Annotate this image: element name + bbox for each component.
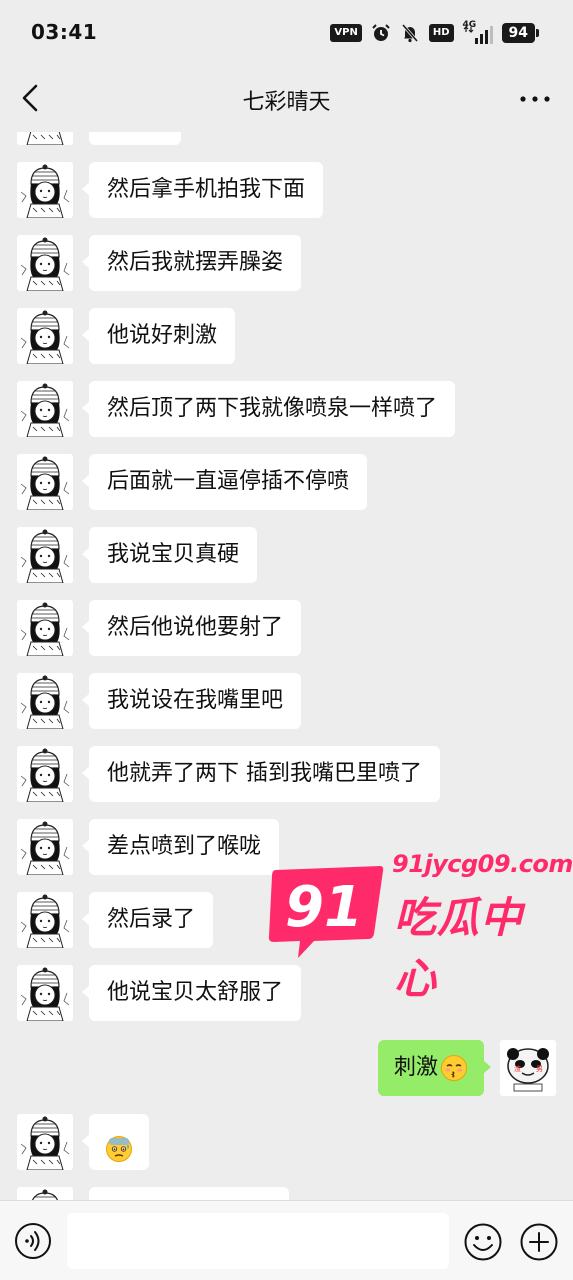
contact-avatar[interactable]	[17, 1187, 73, 1200]
message-bubble[interactable]: 然后我就摆弄臊姿	[81, 235, 302, 291]
message-row: 然后他说他要射了	[0, 599, 573, 657]
message-row: 然后录了	[0, 891, 573, 949]
message-bubble-outgoing[interactable]: 刺激	[377, 1040, 492, 1096]
message-row: 然后我就摆弄臊姿	[0, 234, 573, 292]
message-row: 然后顶了两下我就像喷泉一样喷了	[0, 380, 573, 438]
more-dots-icon[interactable]	[519, 88, 551, 110]
contact-avatar[interactable]	[17, 746, 73, 802]
contact-avatar[interactable]	[17, 600, 73, 656]
battery-icon: 94	[501, 23, 540, 43]
sweat-face-emoji	[106, 1136, 132, 1162]
message-bubble[interactable]: 然后顶了两下我就像喷泉一样喷了	[81, 381, 456, 437]
message-row: 他就弄了两下 插到我嘴巴里喷了	[0, 745, 573, 803]
message-bubble[interactable]: 他说宝贝太舒服了	[81, 965, 302, 1021]
message-row: 他说宝贝太舒服了	[0, 964, 573, 1022]
status-bar: 03:41 VPN HD 4G 94	[0, 0, 573, 66]
message-row	[0, 1113, 573, 1171]
message-row: 差点喷到了喉咙	[0, 818, 573, 876]
message-row: 他说好刺激	[0, 307, 573, 365]
contact-avatar[interactable]	[17, 235, 73, 291]
contact-avatar[interactable]	[17, 308, 73, 364]
contact-avatar[interactable]	[17, 673, 73, 729]
signal-icon: 4G	[463, 20, 493, 44]
contact-avatar[interactable]	[17, 454, 73, 510]
contact-avatar[interactable]	[17, 1114, 73, 1170]
vpn-icon: VPN	[330, 24, 362, 42]
contact-avatar[interactable]	[17, 381, 73, 437]
message-bubble[interactable]: 我说设在我嘴里吧	[81, 673, 302, 729]
message-row: 后面就一直逼停插不停喷	[0, 453, 573, 511]
message-bubble[interactable]: 然后他说他要射了	[81, 600, 302, 656]
message-row	[0, 132, 573, 146]
voice-icon[interactable]	[14, 1222, 52, 1260]
message-bubble[interactable]: 差点喷到了喉咙	[81, 819, 280, 875]
message-bubble[interactable]: 他就弄了两下 插到我嘴巴里喷了	[82, 746, 440, 802]
message-row: 我说宝贝真硬	[0, 526, 573, 584]
message-bubble[interactable]	[82, 1114, 149, 1170]
message-input[interactable]	[67, 1213, 449, 1269]
mute-bell-icon	[401, 24, 418, 43]
message-row: 然后拿手机拍我下面	[0, 161, 573, 219]
contact-avatar[interactable]	[17, 819, 73, 875]
message-bubble[interactable]: 然后录了	[81, 892, 214, 948]
hd-icon: HD	[428, 24, 454, 42]
plus-icon[interactable]	[519, 1222, 559, 1262]
message-row	[0, 1186, 573, 1200]
status-time: 03:41	[31, 20, 98, 44]
message-row-outgoing: 刺激 渣 男	[0, 1039, 573, 1097]
contact-avatar[interactable]	[17, 132, 73, 145]
contact-avatar[interactable]	[17, 892, 73, 948]
chat-title: 七彩晴天	[242, 90, 331, 115]
contact-avatar[interactable]	[17, 965, 73, 1021]
message-bubble[interactable]: 然后拿手机拍我下面	[81, 162, 324, 218]
message-row: 我说设在我嘴里吧	[0, 672, 573, 730]
input-bar	[0, 1200, 573, 1280]
message-bubble[interactable]: 后面就一直逼停插不停喷	[81, 454, 368, 510]
my-avatar[interactable]: 渣 男	[500, 1040, 556, 1096]
nav-bar: 七彩晴天	[0, 66, 573, 132]
message-bubble[interactable]: 他说好刺激	[81, 308, 236, 364]
message-text: 刺激	[393, 1055, 438, 1080]
contact-avatar[interactable]	[17, 527, 73, 583]
svg-text:渣: 渣	[514, 1064, 521, 1073]
contact-avatar[interactable]	[17, 162, 73, 218]
status-icons: VPN HD 4G 94	[330, 20, 540, 44]
emoji-icon[interactable]	[463, 1222, 503, 1262]
message-bubble-partial[interactable]	[89, 1187, 289, 1200]
message-bubble-partial[interactable]	[89, 132, 181, 145]
message-bubble[interactable]: 我说宝贝真硬	[81, 527, 258, 583]
chat-area[interactable]: 然后拿手机拍我下面 然后我就摆弄臊姿 他说好刺激 然后顶了两下我就像喷泉一样喷了…	[0, 132, 573, 1200]
svg-text:男: 男	[536, 1065, 543, 1073]
kissing-face-emoji	[441, 1055, 467, 1081]
chat-screen: 03:41 VPN HD 4G 94 七彩晴天 然后拿手机拍我下面 然后我就摆弄…	[0, 0, 573, 1280]
alarm-icon	[372, 24, 390, 41]
